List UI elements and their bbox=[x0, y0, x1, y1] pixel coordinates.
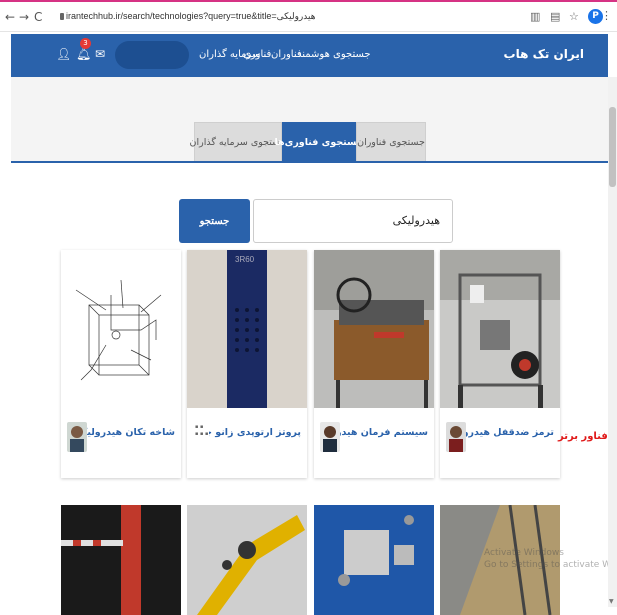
scroll-down-icon[interactable]: ▼ bbox=[609, 598, 614, 605]
bell-icon[interactable]: 🔔︎ bbox=[76, 47, 91, 61]
search-type-tabs: جستجوی سرمایه گذاران جستجوی فناوری‌ها جس… bbox=[190, 122, 426, 162]
tab-investor-search[interactable]: جستجوی سرمایه گذاران bbox=[190, 122, 287, 162]
forward-icon[interactable]: → bbox=[19, 10, 29, 24]
header-search-box[interactable] bbox=[115, 41, 189, 69]
technology-card[interactable]: شاخه تکان هیدرولیکی bbox=[61, 250, 181, 478]
card-image-abs-brake bbox=[440, 250, 560, 408]
tab-divider bbox=[11, 161, 608, 163]
card-image-steering-rig bbox=[314, 250, 434, 408]
top-technologist-label: فناور برتر bbox=[558, 431, 608, 442]
technology-card[interactable]: سیستم فرمان هیدرولی... bbox=[314, 250, 434, 478]
site-header: ایران تک هاب جستجوی هوشمند فناوران فناور… bbox=[11, 34, 608, 77]
author-placeholder-icon: ▪ ▪ ▪ ▪ ▪ bbox=[195, 424, 209, 437]
mail-icon[interactable]: ✉ bbox=[95, 47, 105, 61]
technology-card-image[interactable] bbox=[187, 505, 307, 615]
bookmark-star-icon[interactable]: ☆ bbox=[569, 10, 579, 23]
windows-activation-watermark: Activate Windows Go to Settings to activ… bbox=[484, 548, 617, 570]
technology-card[interactable]: 3R60 پروتز ارتوپدی زانو چند ... ▪ ▪▪ ▪ ▪ bbox=[187, 250, 307, 478]
search-button[interactable]: جستجو bbox=[179, 199, 250, 243]
author-avatar[interactable] bbox=[446, 422, 466, 452]
lock-icon bbox=[60, 13, 64, 20]
card-title[interactable]: شاخه تکان هیدرولیکی bbox=[83, 427, 175, 438]
card-image-diagram bbox=[61, 250, 181, 408]
author-avatar[interactable] bbox=[320, 422, 340, 452]
card-title[interactable]: سیستم فرمان هیدرولی... bbox=[336, 427, 428, 438]
reload-icon[interactable]: C bbox=[34, 10, 42, 24]
technology-card[interactable]: ترمز ضدقفل هیدرولیک... bbox=[440, 250, 560, 478]
technology-card-image[interactable] bbox=[314, 505, 434, 615]
address-bar[interactable]: irantechhub.ir/search/technologies?query… bbox=[66, 11, 315, 22]
browser-menu-icon[interactable]: ⋮ bbox=[601, 9, 612, 22]
card-title[interactable]: ترمز ضدقفل هیدرولیک... bbox=[462, 427, 554, 438]
browser-toolbar: ← → C irantechhub.ir/search/technologies… bbox=[0, 0, 617, 32]
nav-investors[interactable]: سرمایه گذاران bbox=[199, 49, 260, 60]
product-label: 3R60 bbox=[235, 255, 255, 264]
tab-technology-search[interactable]: جستجوی فناوری‌ها bbox=[274, 122, 364, 162]
scrollbar-thumb[interactable] bbox=[609, 107, 616, 187]
nav-technologists[interactable]: فناوران bbox=[271, 49, 302, 60]
card-image-prosthetic: 3R60 bbox=[187, 250, 307, 408]
author-avatar[interactable] bbox=[67, 422, 87, 452]
nav-smart-search[interactable]: جستجوی هوشمند bbox=[297, 49, 371, 60]
extension-icon[interactable]: ▥ bbox=[530, 10, 540, 23]
page-scrollbar[interactable]: ▼ bbox=[608, 77, 617, 607]
notification-badge: 3 bbox=[80, 38, 91, 49]
back-icon[interactable]: ← bbox=[5, 10, 15, 24]
site-logo-text[interactable]: ایران تک هاب bbox=[504, 47, 584, 61]
reading-list-icon[interactable]: ▤ bbox=[550, 10, 560, 23]
technology-card-image[interactable] bbox=[61, 505, 181, 615]
user-icon[interactable]: 👤︎ bbox=[56, 47, 71, 61]
search-input[interactable]: هیدرولیکی bbox=[253, 199, 453, 243]
tab-technologist-search[interactable]: جستجوی فناوران bbox=[356, 122, 426, 162]
card-title[interactable]: پروتز ارتوپدی زانو چند ... bbox=[209, 427, 301, 438]
